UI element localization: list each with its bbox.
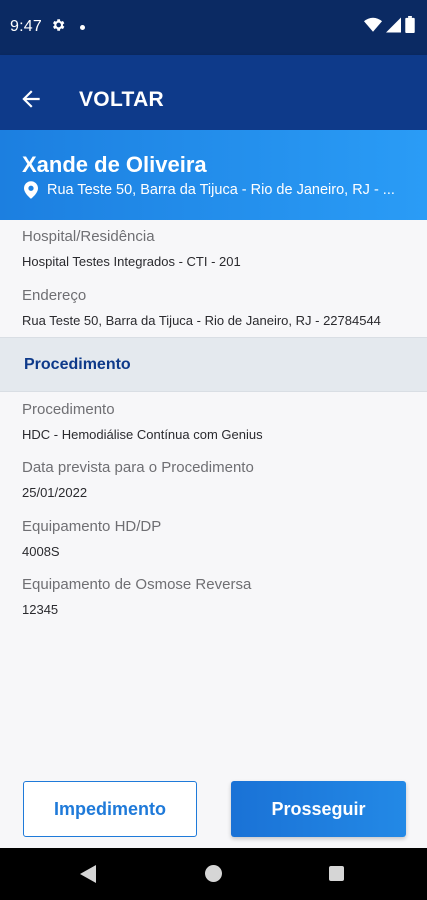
hd-equipment-value: 4008S [22, 544, 60, 559]
hospital-label: Hospital/Residência [22, 228, 155, 245]
notification-dot [80, 25, 85, 30]
proceed-button[interactable]: Prosseguir [231, 781, 406, 837]
section-title: Procedimento [24, 356, 131, 373]
status-time: 9:47 [10, 18, 42, 35]
procedure-label: Procedimento [22, 401, 115, 418]
date-value: 25/01/2022 [22, 485, 88, 500]
nav-back-icon[interactable] [80, 865, 96, 883]
battery-icon [405, 16, 415, 33]
system-icons [364, 16, 415, 33]
gear-icon [53, 19, 65, 31]
patient-address: Rua Teste 50, Barra da Tijuca - Rio de J… [47, 182, 395, 198]
patient-name: Xande de Oliveira [22, 152, 207, 177]
address-value: Rua Teste 50, Barra da Tijuca - Rio de J… [22, 313, 381, 328]
hd-equipment-label: Equipamento HD/DP [22, 518, 162, 535]
procedure-field: Procedimento HDC - Hemodiálise Contínua … [22, 401, 263, 442]
osmosis-equipment-value: 12345 [22, 602, 59, 617]
status-bar: 9:47 [0, 0, 427, 55]
date-field: Data prevista para o Procedimento 25/01/… [22, 459, 254, 500]
address-label: Endereço [22, 287, 87, 304]
back-label[interactable]: VOLTAR [79, 88, 164, 112]
patient-address-row: Rua Teste 50, Barra da Tijuca - Rio de J… [24, 181, 414, 199]
nav-home-icon[interactable] [205, 865, 222, 882]
navigation-bar [0, 848, 427, 900]
procedure-section-header: Procedimento [0, 337, 427, 392]
hd-equipment-field: Equipamento HD/DP 4008S [22, 518, 161, 559]
nav-recents-icon[interactable] [329, 866, 344, 881]
arrow-left-icon[interactable] [18, 86, 44, 112]
location-pin-icon [24, 181, 38, 199]
date-label: Data prevista para o Procedimento [22, 459, 254, 476]
wifi-icon [364, 17, 382, 32]
osmosis-equipment-field: Equipamento de Osmose Reversa 12345 [22, 576, 251, 617]
hospital-value: Hospital Testes Integrados - CTI - 201 [22, 254, 241, 269]
osmosis-equipment-label: Equipamento de Osmose Reversa [22, 576, 252, 593]
hospital-field: Hospital/Residência Hospital Testes Inte… [22, 228, 241, 269]
patient-header: Xande de Oliveira Rua Teste 50, Barra da… [0, 130, 427, 220]
impediment-button[interactable]: Impedimento [23, 781, 197, 837]
address-field: Endereço Rua Teste 50, Barra da Tijuca -… [22, 287, 381, 328]
procedure-value: HDC - Hemodiálise Contínua com Genius [22, 427, 263, 442]
app-bar: VOLTAR [0, 55, 427, 130]
signal-icon [386, 17, 401, 32]
